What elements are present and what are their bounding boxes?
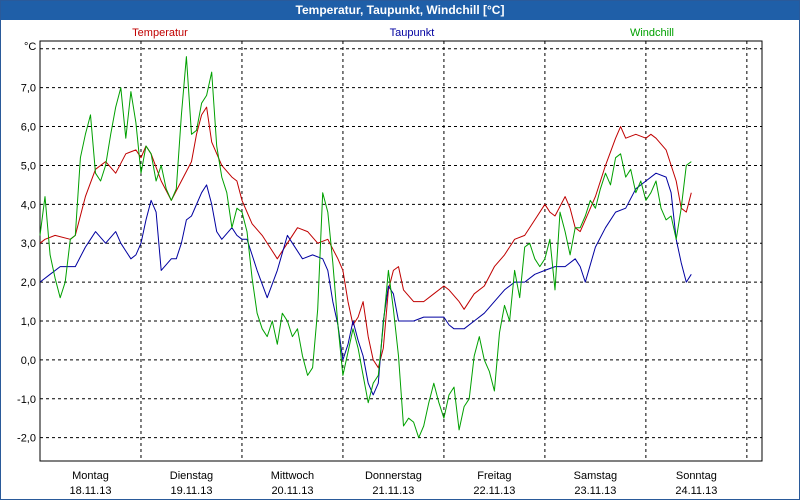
x-tick-day: Samstag xyxy=(574,470,617,482)
series-line-taupunkt xyxy=(39,172,692,396)
series-lines xyxy=(39,56,692,439)
x-tick-day: Mittwoch xyxy=(271,470,314,482)
y-tick-label: 7,0 xyxy=(21,83,36,95)
x-tick-date: 23.11.13 xyxy=(574,485,616,497)
y-tick-label: 1,0 xyxy=(21,316,36,328)
x-tick-date: 19.11.13 xyxy=(170,485,212,497)
series-line-temperatur xyxy=(39,106,692,369)
x-tick-day: Montag xyxy=(72,470,109,482)
y-tick-label: 0,0 xyxy=(21,355,36,367)
legend-entry-taupunkt: Taupunkt xyxy=(390,27,435,39)
y-tick-label: 4,0 xyxy=(21,199,36,211)
y-tick-label: -1,0 xyxy=(17,394,36,406)
y-tick-label: 2,0 xyxy=(21,277,36,289)
y-tick-label: 6,0 xyxy=(21,122,36,134)
x-tick-date: 20.11.13 xyxy=(271,485,313,497)
x-tick-date: 18.11.13 xyxy=(69,485,111,497)
y-tick-labels: 7,0 6,0 5,0 4,0 3,0 2,0 1,0 0,0 -1,0 -2,0 xyxy=(17,83,36,445)
series-line-windchill xyxy=(39,56,692,439)
x-tick-day: Dienstag xyxy=(170,470,213,482)
x-tick-day: Donnerstag xyxy=(365,470,422,482)
x-tick-date: 21.11.13 xyxy=(372,485,414,497)
x-tick-date: 24.11.13 xyxy=(675,485,717,497)
x-tick-labels: Montag 18.11.13 Dienstag 19.11.13 Mittwoch 20… xyxy=(69,470,717,497)
y-tick-label: -2,0 xyxy=(17,433,36,445)
y-tick-label: 5,0 xyxy=(21,160,36,172)
y-tick-label: 3,0 xyxy=(21,238,36,250)
legend-entry-windchill: Windchill xyxy=(630,27,674,39)
x-tick-date: 22.11.13 xyxy=(473,485,515,497)
legend-entry-temperatur: Temperatur xyxy=(132,27,188,39)
line-chart: 7,0 6,0 5,0 4,0 3,0 2,0 1,0 0,0 -1,0 -2,0 Montag 1… xyxy=(17,27,763,497)
x-tick-day: Freitag xyxy=(477,470,511,482)
y-axis-label: °C xyxy=(24,41,36,53)
legend: Temperatur Taupunkt Windchill xyxy=(132,27,674,39)
x-tick-day: Sonntag xyxy=(676,470,717,482)
